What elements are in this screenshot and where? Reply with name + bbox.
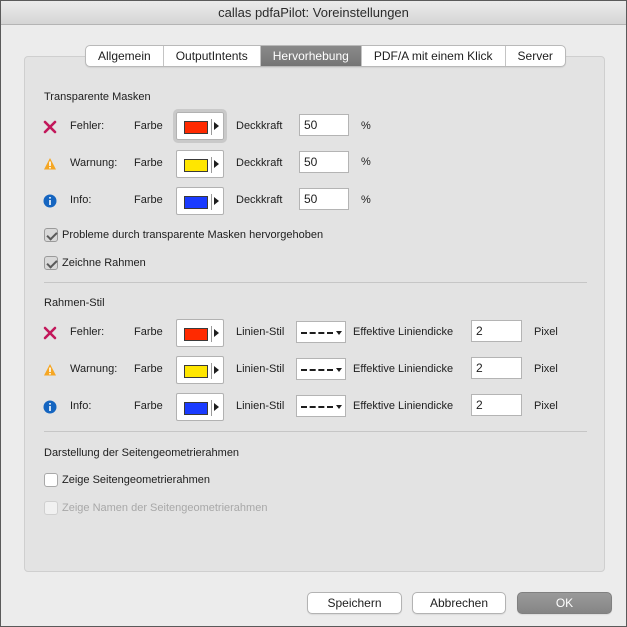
mask-info-percent-unit: % (361, 194, 371, 206)
frame-error-label: Fehler: (70, 326, 105, 338)
frame-info-thickness-input[interactable] (471, 394, 522, 416)
frame-warning-line-style-label: Linien-Stil (236, 363, 285, 375)
frame-info-line-style-label: Linien-Stil (236, 400, 285, 412)
tab-bar: Allgemein OutputIntents Hervorhebung PDF… (85, 45, 566, 67)
ok-button[interactable]: OK (517, 592, 612, 614)
mask-warning-label: Warnung: (70, 157, 118, 169)
preferences-window: callas pdfaPilot: Voreinstellungen Allge… (0, 0, 627, 627)
frame-error-color-label: Farbe (134, 326, 163, 338)
show-page-geometry-names-checkbox[interactable] (44, 501, 58, 515)
mask-error-label: Fehler: (70, 120, 105, 132)
error-x-icon (43, 120, 57, 134)
show-page-geometry-names-label: Zeige Namen der Seitengeometrierahmen (62, 502, 268, 514)
section-divider (44, 431, 587, 432)
color-swatch (184, 121, 208, 134)
tab-pdfa-one-click[interactable]: PDF/A mit einem Klick (362, 46, 506, 66)
dashed-line-icon (301, 406, 333, 408)
save-button[interactable]: Speichern (307, 592, 402, 614)
swatch-divider (211, 194, 212, 210)
color-swatch (184, 402, 208, 415)
frame-info-unit-label: Pixel (534, 400, 558, 412)
mask-error-opacity-input[interactable] (299, 114, 349, 136)
highlight-transparent-masks-label: Probleme durch transparente Masken hervo… (62, 229, 324, 241)
cancel-button[interactable]: Abbrechen (412, 592, 506, 614)
triangle-right-icon (214, 329, 219, 337)
frame-warning-line-style-select[interactable] (296, 358, 346, 380)
mask-info-opacity-label: Deckkraft (236, 194, 283, 206)
frame-info-label: Info: (70, 400, 92, 412)
window-title: callas pdfaPilot: Voreinstellungen (1, 1, 626, 25)
color-swatch (184, 328, 208, 341)
frame-error-thickness-input[interactable] (471, 320, 522, 342)
mask-info-color-picker[interactable] (176, 187, 224, 215)
frame-error-color-picker[interactable] (176, 319, 224, 347)
mask-error-percent-unit: % (361, 120, 371, 132)
frame-info-color-picker[interactable] (176, 393, 224, 421)
mask-error-color-picker[interactable] (173, 109, 227, 143)
section-title-transparent-masks: Transparente Masken (44, 91, 151, 103)
frame-error-unit-label: Pixel (534, 326, 558, 338)
frame-warning-unit-label: Pixel (534, 363, 558, 375)
mask-warning-opacity-input[interactable] (299, 151, 349, 173)
color-swatch (184, 196, 208, 209)
swatch-divider (211, 326, 212, 342)
frame-warning-color-picker[interactable] (176, 356, 224, 384)
swatch-divider (211, 363, 212, 379)
chevron-down-icon (336, 368, 342, 372)
frame-error-thickness-label: Effektive Liniendicke (353, 326, 454, 338)
info-circle-icon (43, 194, 57, 208)
tab-outputintents[interactable]: OutputIntents (164, 46, 261, 66)
frame-warning-color-label: Farbe (134, 363, 163, 375)
error-x-icon (43, 326, 57, 340)
triangle-right-icon (214, 403, 219, 411)
frame-warning-thickness-input[interactable] (471, 357, 522, 379)
frame-info-line-style-select[interactable] (296, 395, 346, 417)
section-title-page-geometry: Darstellung der Seitengeometrierahmen (44, 447, 240, 459)
highlight-transparent-masks-checkbox[interactable] (44, 228, 58, 242)
tab-server[interactable]: Server (506, 46, 565, 66)
warning-triangle-icon (44, 158, 56, 170)
tab-hervorhebung[interactable]: Hervorhebung (260, 46, 362, 66)
warning-triangle-icon (44, 364, 56, 376)
show-page-geometry-label: Zeige Seitengeometrierahmen (62, 474, 210, 486)
swatch-divider (211, 400, 212, 416)
info-circle-icon (43, 400, 57, 414)
show-page-geometry-checkbox[interactable] (44, 473, 58, 487)
mask-info-opacity-input[interactable] (299, 188, 349, 210)
chevron-down-icon (336, 405, 342, 409)
mask-warning-color-picker[interactable] (176, 150, 224, 178)
triangle-right-icon (214, 197, 219, 205)
swatch-divider (211, 157, 212, 173)
color-swatch (184, 365, 208, 378)
triangle-right-icon (214, 122, 219, 130)
mask-info-color-label: Farbe (134, 194, 163, 206)
swatch-divider (211, 119, 212, 135)
frame-warning-thickness-label: Effektive Liniendicke (353, 363, 454, 375)
mask-error-opacity-label: Deckkraft (236, 120, 283, 132)
dashed-line-icon (301, 369, 333, 371)
draw-frame-checkbox[interactable] (44, 256, 58, 270)
mask-info-label: Info: (70, 194, 92, 206)
dashed-line-icon (301, 332, 333, 334)
triangle-right-icon (214, 160, 219, 168)
frame-error-line-style-select[interactable] (296, 321, 346, 343)
frame-error-line-style-label: Linien-Stil (236, 326, 285, 338)
mask-warning-percent-unit: % (361, 156, 371, 168)
draw-frame-label: Zeichne Rahmen (62, 257, 146, 269)
frame-warning-label: Warnung: (70, 363, 118, 375)
mask-warning-color-label: Farbe (134, 157, 163, 169)
section-title-frame-style: Rahmen-Stil (44, 297, 105, 309)
triangle-right-icon (214, 366, 219, 374)
frame-info-color-label: Farbe (134, 400, 163, 412)
chevron-down-icon (336, 331, 342, 335)
color-swatch (184, 159, 208, 172)
mask-warning-opacity-label: Deckkraft (236, 157, 283, 169)
section-divider (44, 282, 587, 283)
mask-error-color-label: Farbe (134, 120, 163, 132)
frame-info-thickness-label: Effektive Liniendicke (353, 400, 454, 412)
tab-allgemein[interactable]: Allgemein (86, 46, 164, 66)
